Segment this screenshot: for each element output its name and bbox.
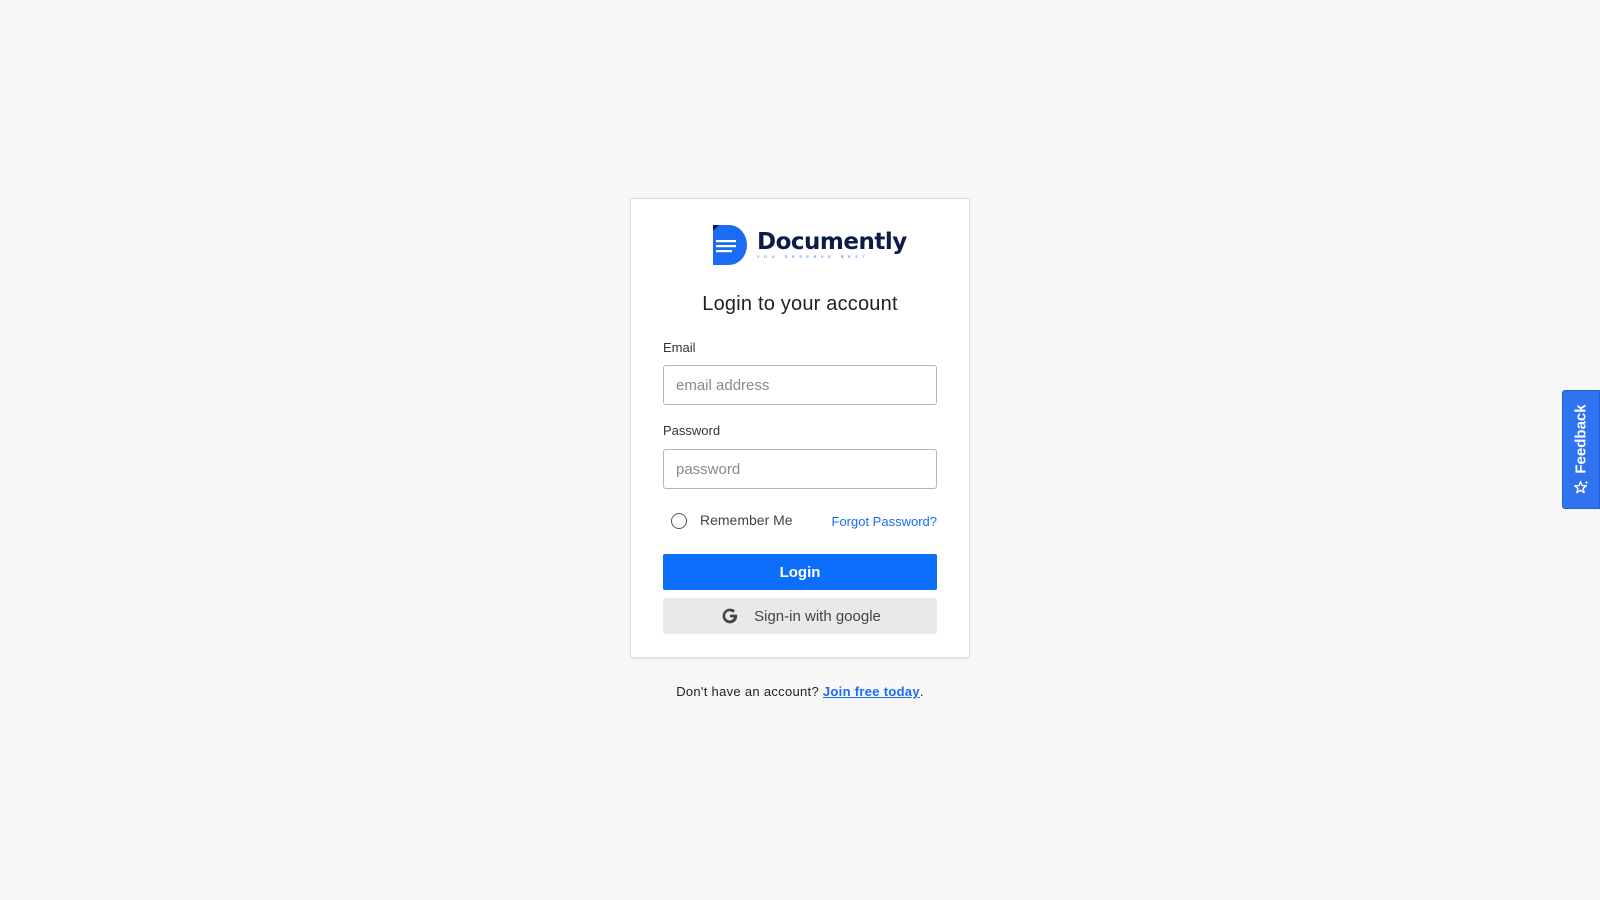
- join-free-link[interactable]: Join free today: [823, 684, 920, 699]
- brand-logo: Documently YOU DESERVE BEST: [707, 223, 907, 267]
- email-field[interactable]: [663, 365, 937, 405]
- signup-text: Don't have an account?: [676, 684, 819, 699]
- login-button[interactable]: Login: [663, 554, 937, 590]
- google-g-icon: [722, 608, 738, 624]
- forgot-password-link[interactable]: Forgot Password?: [832, 514, 938, 529]
- remember-me-toggle[interactable]: Remember Me: [671, 511, 793, 529]
- password-label: Password: [663, 423, 721, 438]
- password-field[interactable]: [663, 449, 937, 489]
- feedback-label: Feedback: [1572, 403, 1590, 474]
- feedback-tab[interactable]: Feedback: [1562, 390, 1600, 509]
- brand-tagline: YOU DESERVE BEST: [757, 254, 870, 259]
- remember-me-radio[interactable]: [671, 513, 687, 529]
- signup-suffix: .: [919, 684, 924, 699]
- email-label: Email: [663, 340, 696, 355]
- signup-prompt: Don't have an account? Join free today.: [0, 684, 1600, 699]
- google-signin-label: Sign-in with google: [754, 607, 881, 625]
- page-title: Login to your account: [702, 293, 898, 315]
- login-card: Documently YOU DESERVE BEST Login to you…: [630, 198, 970, 658]
- remember-me-label: Remember Me: [700, 512, 793, 528]
- brand-name: Documently: [757, 229, 907, 255]
- google-signin-button[interactable]: Sign-in with google: [663, 598, 937, 634]
- star-sparkle-icon: [1573, 480, 1588, 493]
- document-icon: [713, 225, 747, 265]
